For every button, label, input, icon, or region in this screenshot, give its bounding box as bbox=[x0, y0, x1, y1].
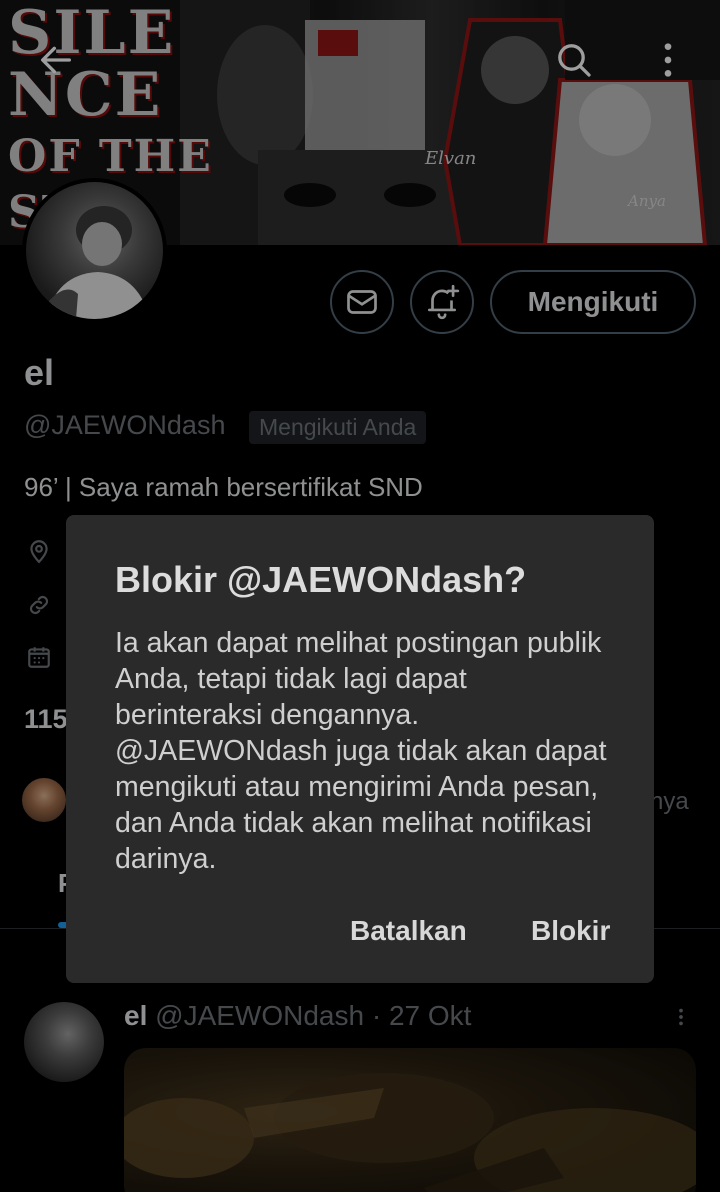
dialog-message: Ia akan dapat melihat postingan publik A… bbox=[115, 627, 607, 875]
block-button[interactable]: Blokir bbox=[531, 915, 610, 947]
dialog-title: Blokir @JAEWONdash? bbox=[115, 559, 527, 600]
cancel-button[interactable]: Batalkan bbox=[350, 915, 467, 947]
block-confirm-dialog: Blokir @JAEWONdash? Ia akan dapat meliha… bbox=[66, 515, 654, 983]
